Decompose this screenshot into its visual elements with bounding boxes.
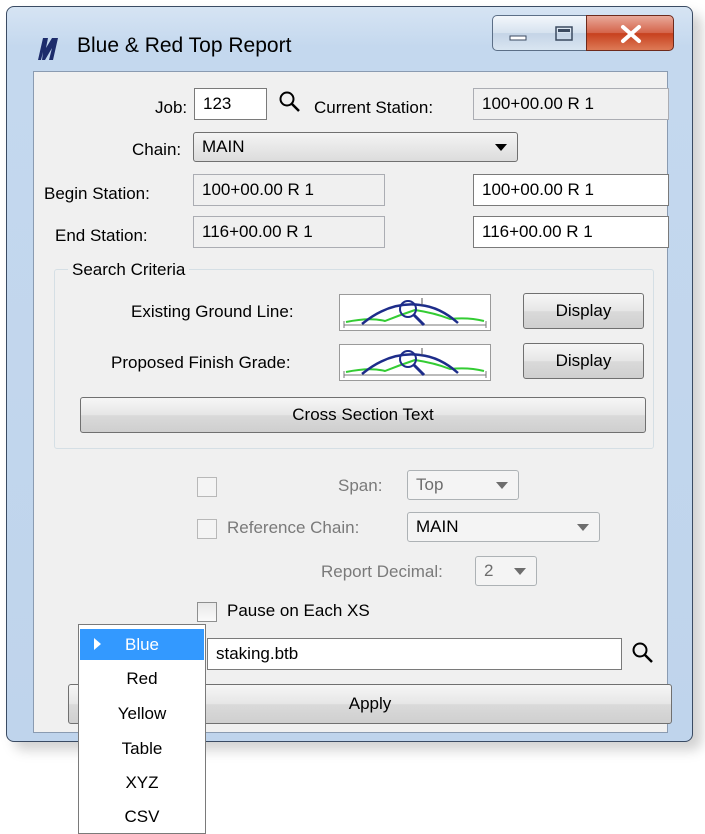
existing-ground-picker[interactable] xyxy=(339,294,491,331)
pause-checkbox[interactable] xyxy=(197,602,217,622)
chevron-down-icon xyxy=(495,144,507,151)
format-option-csv[interactable]: CSV xyxy=(80,801,204,832)
ground-profile-icon xyxy=(343,298,487,328)
format-option-xyz[interactable]: XYZ xyxy=(80,767,204,798)
close-icon xyxy=(621,25,641,43)
chain-label: Chain: xyxy=(132,140,182,159)
minimize-icon xyxy=(509,35,527,41)
begin-station-readonly: 100+00.00 R 1 xyxy=(193,174,385,206)
close-button[interactable] xyxy=(586,15,674,51)
job-label: Job: xyxy=(155,98,188,117)
proposed-finish-label: Proposed Finish Grade: xyxy=(111,353,291,372)
existing-ground-display-button[interactable]: Display xyxy=(523,293,644,329)
reference-chain-checkbox[interactable] xyxy=(197,519,217,539)
existing-ground-label: Existing Ground Line: xyxy=(131,302,294,321)
chain-dropdown[interactable]: MAIN xyxy=(193,132,518,162)
format-option-blue[interactable]: Blue xyxy=(80,629,204,660)
format-dropdown-list: Blue Red Yellow Table XYZ CSV xyxy=(78,624,206,834)
begin-station-label: Begin Station: xyxy=(44,184,150,203)
reference-chain-value: MAIN xyxy=(416,517,459,536)
span-checkbox[interactable] xyxy=(197,477,217,497)
caret-right-icon xyxy=(94,638,101,650)
window-title: Blue & Red Top Report xyxy=(77,34,292,57)
title-bar[interactable]: Blue & Red Top Report xyxy=(7,7,692,71)
span-label: Span: xyxy=(338,476,383,495)
span-dropdown[interactable]: Top xyxy=(407,470,519,500)
proposed-finish-picker[interactable] xyxy=(339,344,491,381)
chain-dropdown-value: MAIN xyxy=(202,137,245,156)
format-option-red[interactable]: Red xyxy=(80,663,204,694)
minimize-button[interactable] xyxy=(492,15,542,51)
cross-section-text-button[interactable]: Cross Section Text xyxy=(80,397,646,433)
chevron-down-icon xyxy=(496,482,508,489)
current-station-field: 100+00.00 R 1 xyxy=(473,88,669,120)
format-option-table[interactable]: Table xyxy=(80,733,204,764)
search-criteria-label: Search Criteria xyxy=(68,260,190,280)
pause-label: Pause on Each XS xyxy=(227,601,370,620)
grade-profile-icon xyxy=(343,348,487,378)
maximize-button[interactable] xyxy=(541,15,587,51)
report-decimal-dropdown[interactable]: 2 xyxy=(475,556,537,586)
span-dropdown-value: Top xyxy=(416,475,444,494)
begin-station-input[interactable]: 100+00.00 R 1 xyxy=(473,174,669,206)
report-decimal-label: Report Decimal: xyxy=(321,562,443,581)
output-file-input[interactable]: staking.btb xyxy=(207,638,622,670)
file-browse-search-icon[interactable] xyxy=(631,641,655,667)
reference-chain-dropdown[interactable]: MAIN xyxy=(407,512,600,542)
job-input[interactable]: 123 xyxy=(194,88,267,120)
chevron-down-icon xyxy=(577,524,589,531)
current-station-label: Current Station: xyxy=(314,98,434,117)
maximize-icon xyxy=(555,26,573,41)
end-station-readonly: 116+00.00 R 1 xyxy=(193,216,385,248)
end-station-input[interactable]: 116+00.00 R 1 xyxy=(473,216,669,248)
end-station-label: End Station: xyxy=(55,226,148,245)
chevron-down-icon xyxy=(514,568,526,575)
job-search-icon[interactable] xyxy=(278,90,302,116)
format-option-yellow[interactable]: Yellow xyxy=(80,698,204,729)
app-logo-icon xyxy=(38,38,58,60)
format-option-label: Blue xyxy=(124,635,160,654)
reference-chain-label: Reference Chain: xyxy=(227,518,360,537)
proposed-finish-display-button[interactable]: Display xyxy=(523,343,644,379)
report-decimal-value: 2 xyxy=(484,561,494,580)
